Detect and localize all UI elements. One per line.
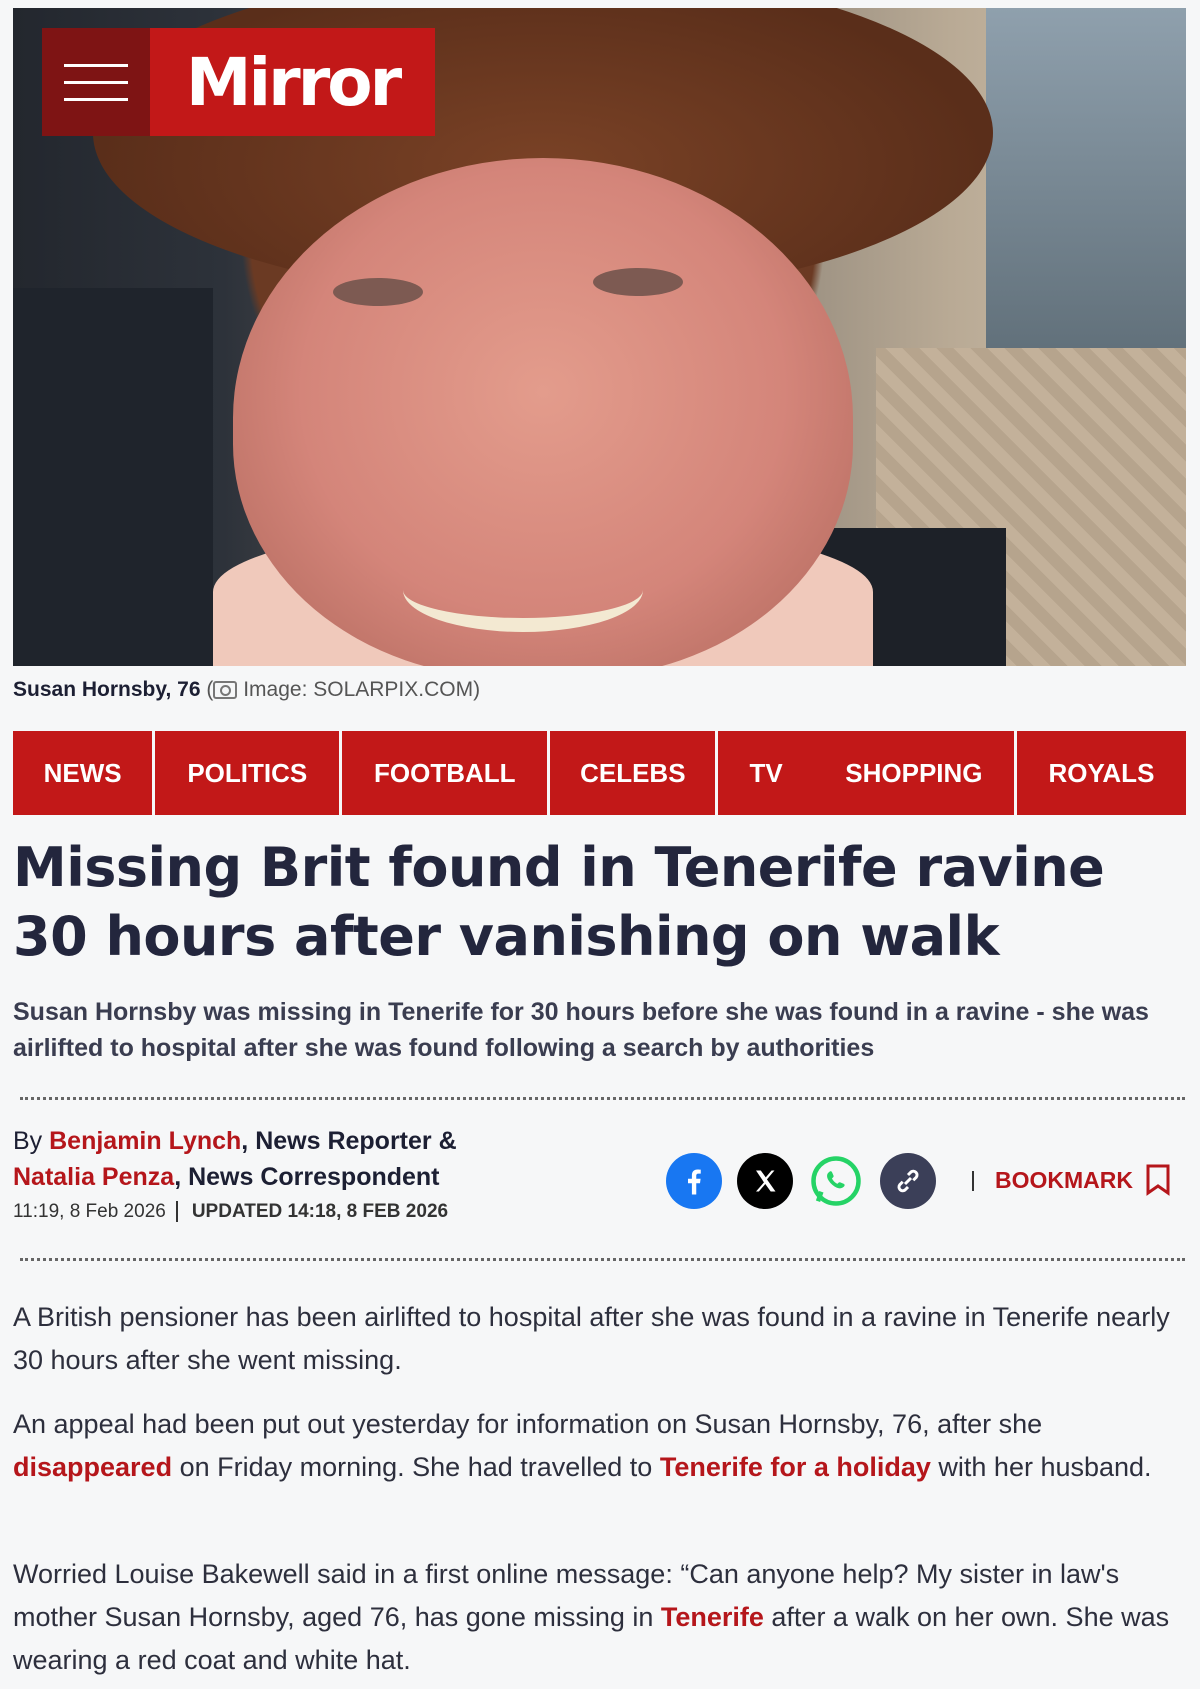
author-role-1: , News Reporter & <box>241 1127 457 1155</box>
paragraph-2-text-a: An appeal had been put out yesterday for… <box>13 1409 1043 1439</box>
paragraph-2-text-c: with her husband. <box>930 1452 1152 1482</box>
author-link-2[interactable]: Natalia Penza <box>13 1163 174 1191</box>
paragraph-2: An appeal had been put out yesterday for… <box>13 1403 1183 1489</box>
share-separator <box>972 1171 974 1191</box>
link-tenerife[interactable]: Tenerife <box>661 1602 764 1632</box>
caption-credit: Image: SOLARPIX.COM) <box>243 678 481 701</box>
camera-icon <box>213 681 238 700</box>
byline-by: By <box>13 1127 50 1155</box>
bookmark-button[interactable]: BOOKMARK <box>995 1164 1171 1196</box>
paragraph-2-text-b: on Friday morning. She had travelled to <box>172 1452 660 1482</box>
published-date: 11:19, 8 Feb 2026 <box>13 1201 166 1222</box>
smile-shape <box>403 548 643 632</box>
author-role-2: , News Correspondent <box>174 1163 440 1191</box>
image-caption: Susan Hornsby, 76 ( Image: SOLARPIX.COM) <box>13 678 480 702</box>
hamburger-menu-icon[interactable] <box>42 28 150 136</box>
caption-open-paren: ( <box>206 678 214 701</box>
caption-name: Susan Hornsby, 76 <box>13 678 201 701</box>
article-headline: Missing Brit found in Tenerife ravine 30… <box>13 836 1105 968</box>
left-eye-shape <box>333 278 423 306</box>
nav-item-celebs[interactable]: CELEBS <box>550 731 719 815</box>
author-link-1[interactable]: Benjamin Lynch <box>49 1127 241 1155</box>
byline: By Benjamin Lynch, News Reporter & Natal… <box>13 1123 457 1195</box>
x-icon[interactable] <box>737 1153 793 1209</box>
nav-item-politics[interactable]: POLITICS <box>155 731 343 815</box>
nav-item-shopping[interactable]: SHOPPING <box>814 731 1017 815</box>
link-disappeared[interactable]: disappeared <box>13 1452 172 1482</box>
section-nav: NEWS POLITICS FOOTBALL CELEBS TV SHOPPIN… <box>13 731 1186 815</box>
divider-top <box>20 1097 1185 1100</box>
coat-shape <box>13 288 213 666</box>
site-header-logo: Mirror <box>42 28 435 136</box>
right-eye-shape <box>593 268 683 296</box>
paragraph-1: A British pensioner has been airlifted t… <box>13 1302 1170 1375</box>
whatsapp-icon[interactable] <box>808 1153 864 1209</box>
link-icon[interactable] <box>880 1153 936 1209</box>
nav-item-tv[interactable]: TV <box>718 731 814 815</box>
article-standfirst: Susan Hornsby was missing in Tenerife fo… <box>13 998 1149 1062</box>
nav-item-football[interactable]: FOOTBALL <box>342 731 551 815</box>
nav-item-royals[interactable]: ROYALS <box>1017 731 1186 815</box>
link-tenerife-holiday[interactable]: Tenerife for a holiday <box>660 1452 931 1482</box>
nav-item-news[interactable]: NEWS <box>13 731 156 815</box>
bookmark-icon <box>1146 1164 1170 1196</box>
article-dates: 11:19, 8 Feb 2026 UPDATED 14:18, 8 FEB 20… <box>13 1201 449 1223</box>
divider-bottom <box>20 1258 1185 1261</box>
bookmark-label: BOOKMARK <box>995 1166 1133 1193</box>
facebook-icon[interactable] <box>666 1153 722 1209</box>
window-background <box>986 8 1186 368</box>
paragraph-3: Worried Louise Bakewell said in a first … <box>13 1553 1183 1682</box>
mirror-logo[interactable]: Mirror <box>150 28 435 136</box>
updated-date: UPDATED 14:18, 8 FEB 2026 <box>175 1201 449 1222</box>
